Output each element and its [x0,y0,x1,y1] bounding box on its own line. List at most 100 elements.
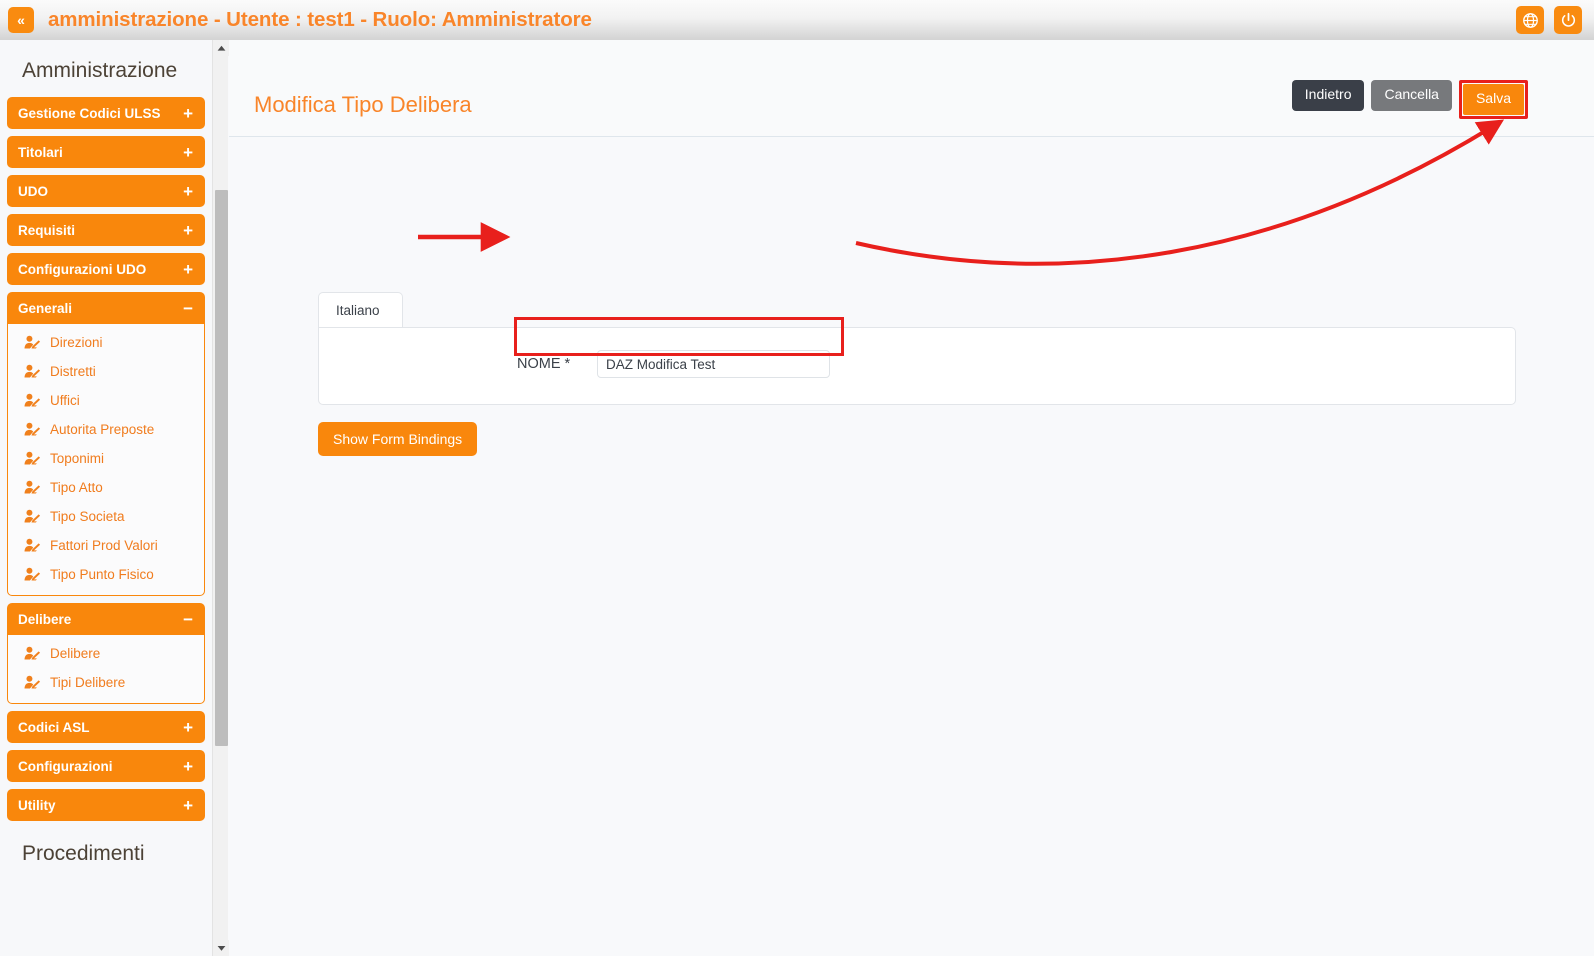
sidebar-item-label: Autorita Preposte [50,422,155,437]
save-button-highlight: Salva [1458,80,1528,119]
sidebar-item-toponimi[interactable]: Toponimi [8,444,204,473]
sidebar-item-delibere[interactable]: Delibere [8,639,204,668]
user-edit-icon [24,422,41,436]
sidebar-item-label: Toponimi [50,451,105,466]
sidebar-item-tipi-delibere[interactable]: Tipi Delibere [8,668,204,697]
sidebar-nav: Gestione Codici ULSS + Titolari + UDO + Requis… [7,97,205,821]
plus-icon: + [183,259,193,279]
tab-italiano[interactable]: Italiano [318,292,403,327]
scrollbar-thumb[interactable] [215,190,228,746]
show-form-bindings-button[interactable]: Show Form Bindings [318,422,478,456]
main-content: Modifica Tipo Delibera Indietro Cancella… [229,40,1594,956]
sidebar-group: Codici ASL + [7,711,205,743]
sidebar-group-items: Direzioni Distretti Uffici Autorita Prep… [7,324,205,596]
sidebar-item-label: Tipo Atto [50,480,103,495]
sidebar-item-uffici[interactable]: Uffici [8,386,204,415]
sidebar-group-label: Gestione Codici ULSS [18,105,161,121]
sidebar-group: Delibere − Delibere Tipi Delibere [7,603,205,704]
double-chevron-left-icon: « [17,12,25,28]
plus-icon: + [183,142,193,162]
language-tabs: Italiano [318,292,403,327]
sidebar-group-label: Configurazioni [18,758,113,774]
page-title: Modifica Tipo Delibera [254,92,472,117]
scroll-down-button[interactable] [213,940,229,956]
sidebar-item-label: Distretti [50,364,96,379]
sidebar-group: Requisiti + [7,214,205,246]
sidebar-collapse-button[interactable]: « [8,7,34,33]
power-icon [1561,12,1575,27]
plus-icon: + [183,756,193,776]
sidebar-group-header-generali[interactable]: Generali − [7,292,205,324]
sidebar-group-header-codici-asl[interactable]: Codici ASL + [7,711,205,743]
sidebar-group-label: Requisiti [18,222,76,238]
sidebar-item-distretti[interactable]: Distretti [8,357,204,386]
sidebar-item-label: Tipo Societa [50,509,125,524]
sidebar-group-header-configurazioni[interactable]: Configurazioni + [7,750,205,782]
sidebar-group-header-titolari[interactable]: Titolari + [7,136,205,168]
sidebar-footer-heading: Procedimenti [22,842,145,865]
sidebar-group-header-requisiti[interactable]: Requisiti + [7,214,205,246]
language-button[interactable] [1516,6,1544,34]
page-header: Modifica Tipo Delibera Indietro Cancella… [229,40,1594,137]
user-edit-icon [24,393,41,407]
chevron-down-icon [217,945,225,951]
globe-icon [1522,12,1538,28]
sidebar-item-tipo-atto[interactable]: Tipo Atto [8,473,204,502]
nome-input[interactable] [597,350,830,378]
sidebar-item-fattori-prod-valori[interactable]: Fattori Prod Valori [8,531,204,560]
sidebar-group-label: UDO [18,183,48,199]
plus-icon: + [183,103,193,123]
plus-icon: + [183,220,193,240]
sidebar-group-header-delibere[interactable]: Delibere − [7,603,205,635]
user-edit-icon [24,538,41,552]
sidebar-group-label: Utility [18,797,56,813]
sidebar-group-header-gestione-codici-ulss[interactable]: Gestione Codici ULSS + [7,97,205,129]
sidebar-group: Configurazioni UDO + [7,253,205,285]
minus-icon: − [183,609,193,629]
sidebar-item-label: Tipo Punto Fisico [50,567,154,582]
scroll-up-button[interactable] [213,40,229,56]
sidebar-group-items: Delibere Tipi Delibere [7,635,205,704]
sidebar-group-label: Codici ASL [18,719,90,735]
user-edit-icon [24,480,41,494]
tab-panel-italiano: NOME * [318,327,1516,405]
user-edit-icon [24,364,41,378]
user-edit-icon [24,509,41,523]
plus-icon: + [183,181,193,201]
sidebar-group-label: Delibere [18,611,72,627]
sidebar-group: UDO + [7,175,205,207]
sidebar-group: Generali − Direzioni Distretti Uffici Aut… [7,292,205,596]
logout-button[interactable] [1554,6,1582,34]
sidebar-group-label: Configurazioni UDO [18,261,147,277]
user-edit-icon [24,451,41,465]
sidebar-item-tipo-societa[interactable]: Tipo Societa [8,502,204,531]
sidebar-group-header-configurazioni-udo[interactable]: Configurazioni UDO + [7,253,205,285]
sidebar-item-label: Fattori Prod Valori [50,538,158,553]
sidebar-item-label: Delibere [50,646,101,661]
sidebar-group-label: Generali [18,300,73,316]
sidebar-group: Gestione Codici ULSS + [7,97,205,129]
sidebar-group-header-utility[interactable]: Utility + [7,789,205,821]
chevron-up-icon [217,45,225,51]
sidebar-item-label: Uffici [50,393,80,408]
minus-icon: − [183,298,193,318]
cancel-button[interactable]: Cancella [1371,80,1452,111]
sidebar-heading: Amministrazione [22,59,178,82]
sidebar-scrollbar[interactable] [212,40,229,956]
field-row-nome: NOME * [517,350,830,378]
sidebar-item-tipo-punto-fisico[interactable]: Tipo Punto Fisico [8,560,204,589]
sidebar-group: Utility + [7,789,205,821]
back-button[interactable]: Indietro [1291,80,1365,111]
user-edit-icon [24,646,41,660]
sidebar-group: Configurazioni + [7,750,205,782]
sidebar-item-autorita-preposte[interactable]: Autorita Preposte [8,415,204,444]
top-bar: « amministrazione - Utente : test1 - Ruo… [0,0,1594,40]
save-button[interactable]: Salva [1462,84,1524,115]
page-actions: Indietro Cancella Salva [1291,80,1528,119]
sidebar-item-direzioni[interactable]: Direzioni [8,328,204,357]
user-edit-icon [24,675,41,689]
form-area: Italiano NOME * Show Form Bindings [229,137,1594,956]
sidebar-item-label: Tipi Delibere [50,675,126,690]
nome-label: NOME * [517,356,571,372]
sidebar-group-header-udo[interactable]: UDO + [7,175,205,207]
